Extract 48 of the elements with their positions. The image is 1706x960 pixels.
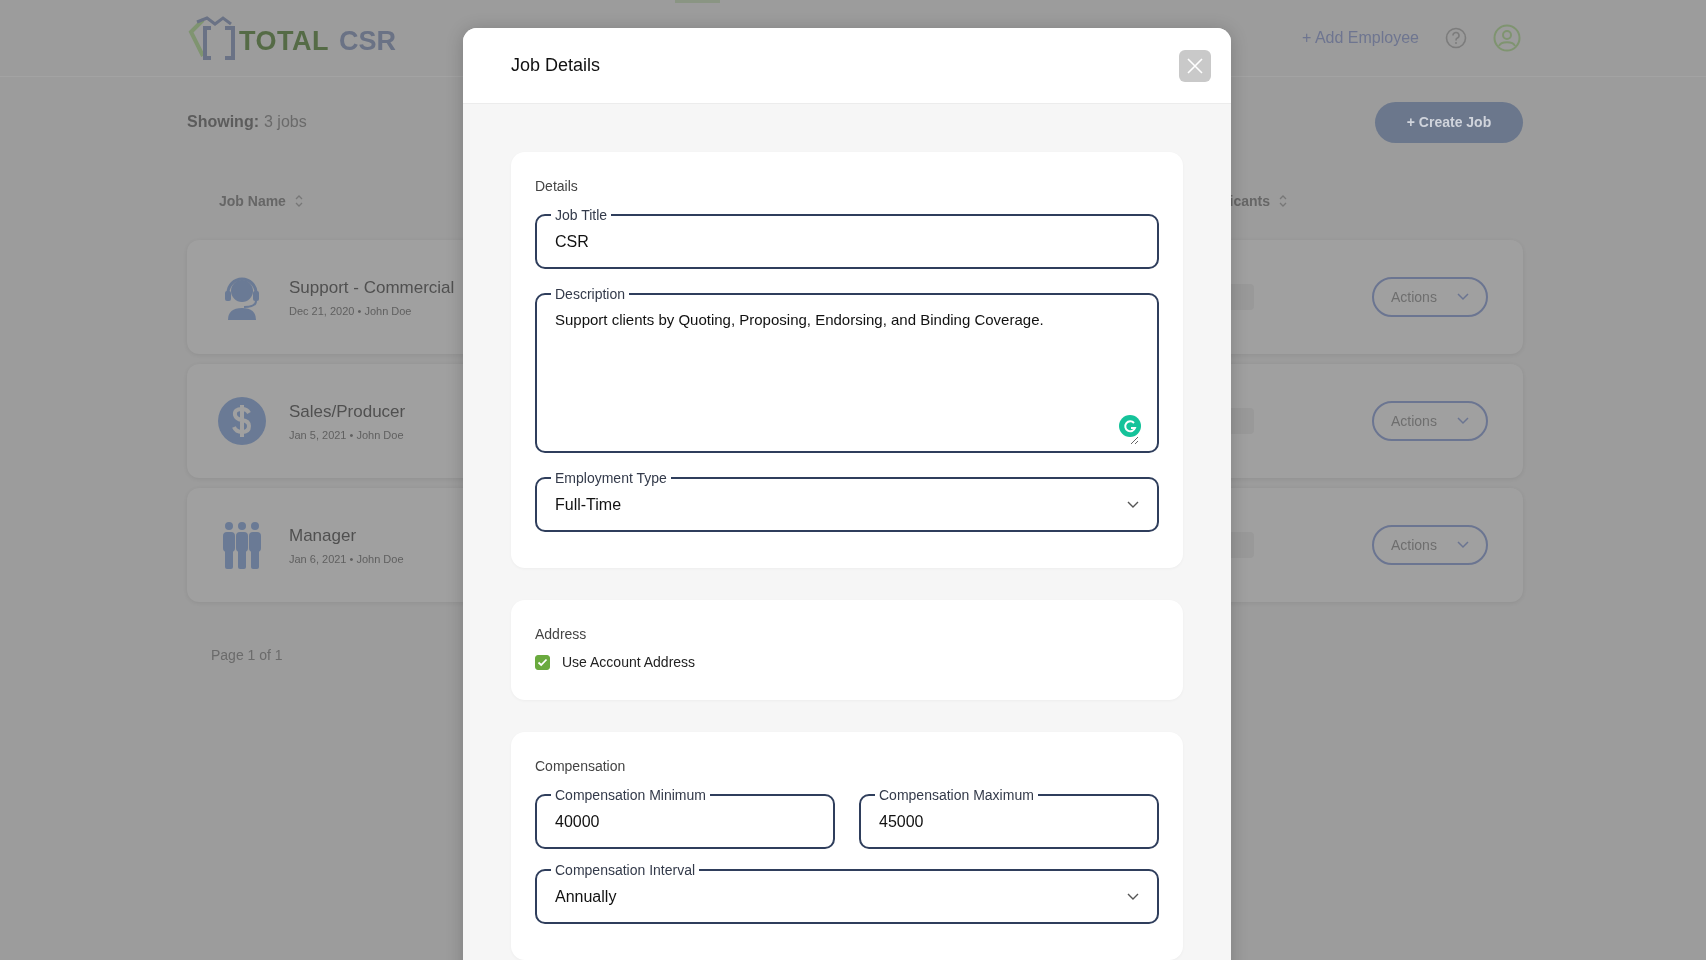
section-heading: Address bbox=[535, 626, 588, 642]
chevron-down-icon bbox=[1127, 501, 1139, 509]
close-button[interactable] bbox=[1179, 49, 1211, 82]
selected-value: Annually bbox=[555, 887, 617, 907]
compensation-interval-dropdown[interactable]: Compensation Interval Annually bbox=[535, 863, 1159, 924]
dollar-icon bbox=[218, 397, 266, 445]
job-meta: Jan 6, 2021 • John Doe bbox=[289, 552, 404, 565]
help-icon[interactable] bbox=[1445, 27, 1467, 49]
job-title-field[interactable]: Job Title CSR bbox=[535, 208, 1159, 269]
job-meta: Dec 21, 2020 • John Doe bbox=[289, 304, 413, 317]
checkbox-label[interactable]: Use Account Address bbox=[562, 654, 696, 670]
field-label: Compensation Maximum bbox=[878, 788, 1035, 802]
field-label: Job Title bbox=[554, 208, 609, 222]
chevron-down-icon bbox=[1127, 893, 1139, 901]
showing-label: Showing: bbox=[187, 113, 259, 131]
people-icon bbox=[221, 521, 263, 569]
compensation-maximum-field[interactable]: Compensation Maximum 45000 bbox=[859, 788, 1159, 849]
chevron-down-icon bbox=[1456, 417, 1469, 425]
sort-icon[interactable] bbox=[1278, 194, 1288, 208]
logo-icon bbox=[187, 14, 237, 62]
employment-type-dropdown[interactable]: Employment Type Full-Time bbox=[535, 471, 1159, 532]
selected-value: Full-Time bbox=[555, 495, 622, 515]
check-icon bbox=[537, 657, 548, 667]
field-label: Employment Type bbox=[554, 471, 668, 485]
section-heading: Details bbox=[535, 178, 579, 194]
chevron-down-icon bbox=[1456, 541, 1469, 549]
job-title[interactable]: Manager bbox=[289, 525, 404, 546]
modal-title: Job Details bbox=[511, 55, 601, 76]
chevron-down-icon bbox=[1456, 293, 1469, 301]
job-meta: Jan 5, 2021 • John Doe bbox=[289, 428, 405, 441]
job-title[interactable]: Sales/Producer bbox=[289, 401, 406, 422]
logo-text: TOTAL bbox=[239, 26, 329, 57]
field-label: Compensation Interval bbox=[554, 863, 697, 877]
field-label: Description bbox=[554, 287, 627, 301]
description-field[interactable]: Description Support clients by Quoting, Proposing, Endorsing, and Binding Coverage. bbox=[535, 287, 1159, 453]
close-icon bbox=[1187, 57, 1203, 74]
grammar-assistant-icon[interactable] bbox=[1119, 415, 1141, 437]
sort-icon[interactable] bbox=[293, 194, 304, 208]
section-heading: Compensation bbox=[535, 758, 627, 774]
job-title[interactable]: Support - Commercial bbox=[289, 277, 455, 298]
field-label: Compensation Minimum bbox=[554, 788, 707, 802]
user-icon[interactable] bbox=[1493, 24, 1521, 52]
checkbox[interactable] bbox=[535, 654, 550, 670]
field-value: CSR bbox=[555, 232, 589, 252]
field-value: 40000 bbox=[555, 812, 600, 832]
compensation-minimum-field[interactable]: Compensation Minimum 40000 bbox=[535, 788, 835, 849]
create-job-button[interactable]: + Create Job bbox=[1375, 101, 1523, 143]
field-value: 45000 bbox=[879, 812, 924, 832]
